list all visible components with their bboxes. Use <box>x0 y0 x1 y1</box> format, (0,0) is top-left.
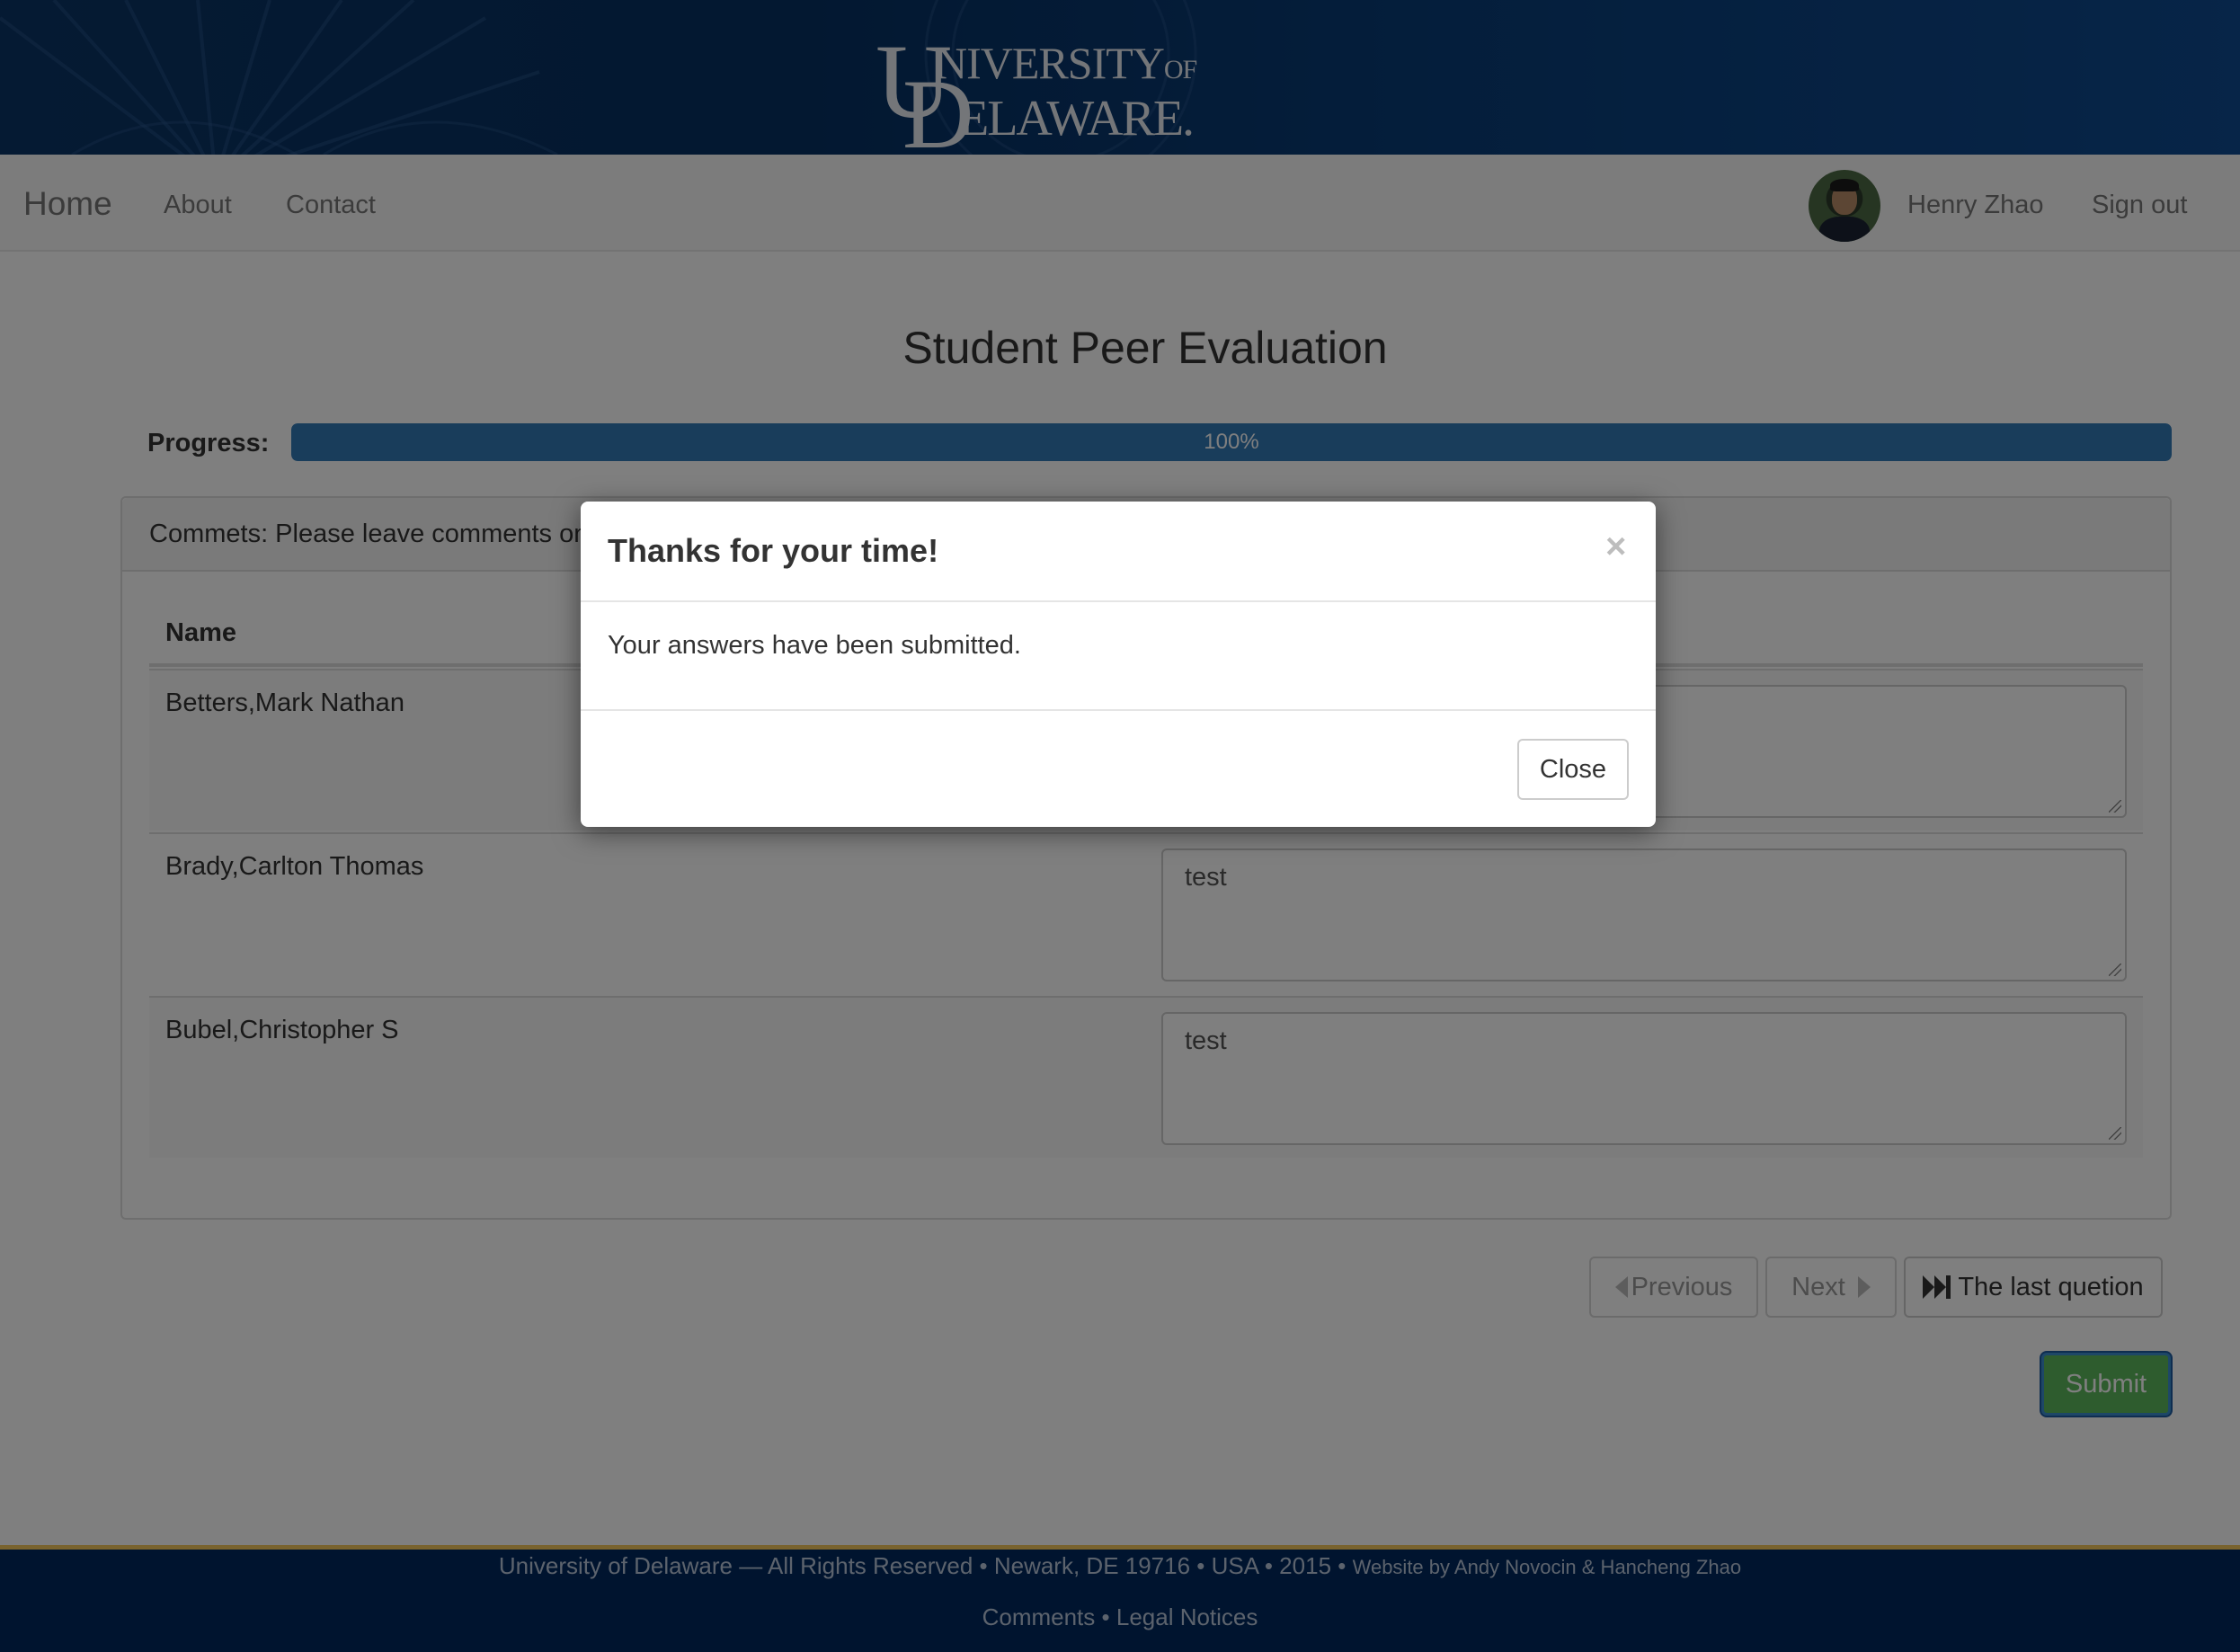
modal-title: Thanks for your time! <box>608 532 939 569</box>
submission-modal: Thanks for your time! × Your answers hav… <box>581 502 1656 827</box>
close-icon[interactable]: × <box>1605 528 1626 564</box>
modal-close-button[interactable]: Close <box>1517 739 1629 800</box>
modal-body-text: Your answers have been submitted. <box>608 631 1021 660</box>
modal-header-divider <box>581 600 1656 602</box>
modal-footer-divider <box>581 709 1656 711</box>
